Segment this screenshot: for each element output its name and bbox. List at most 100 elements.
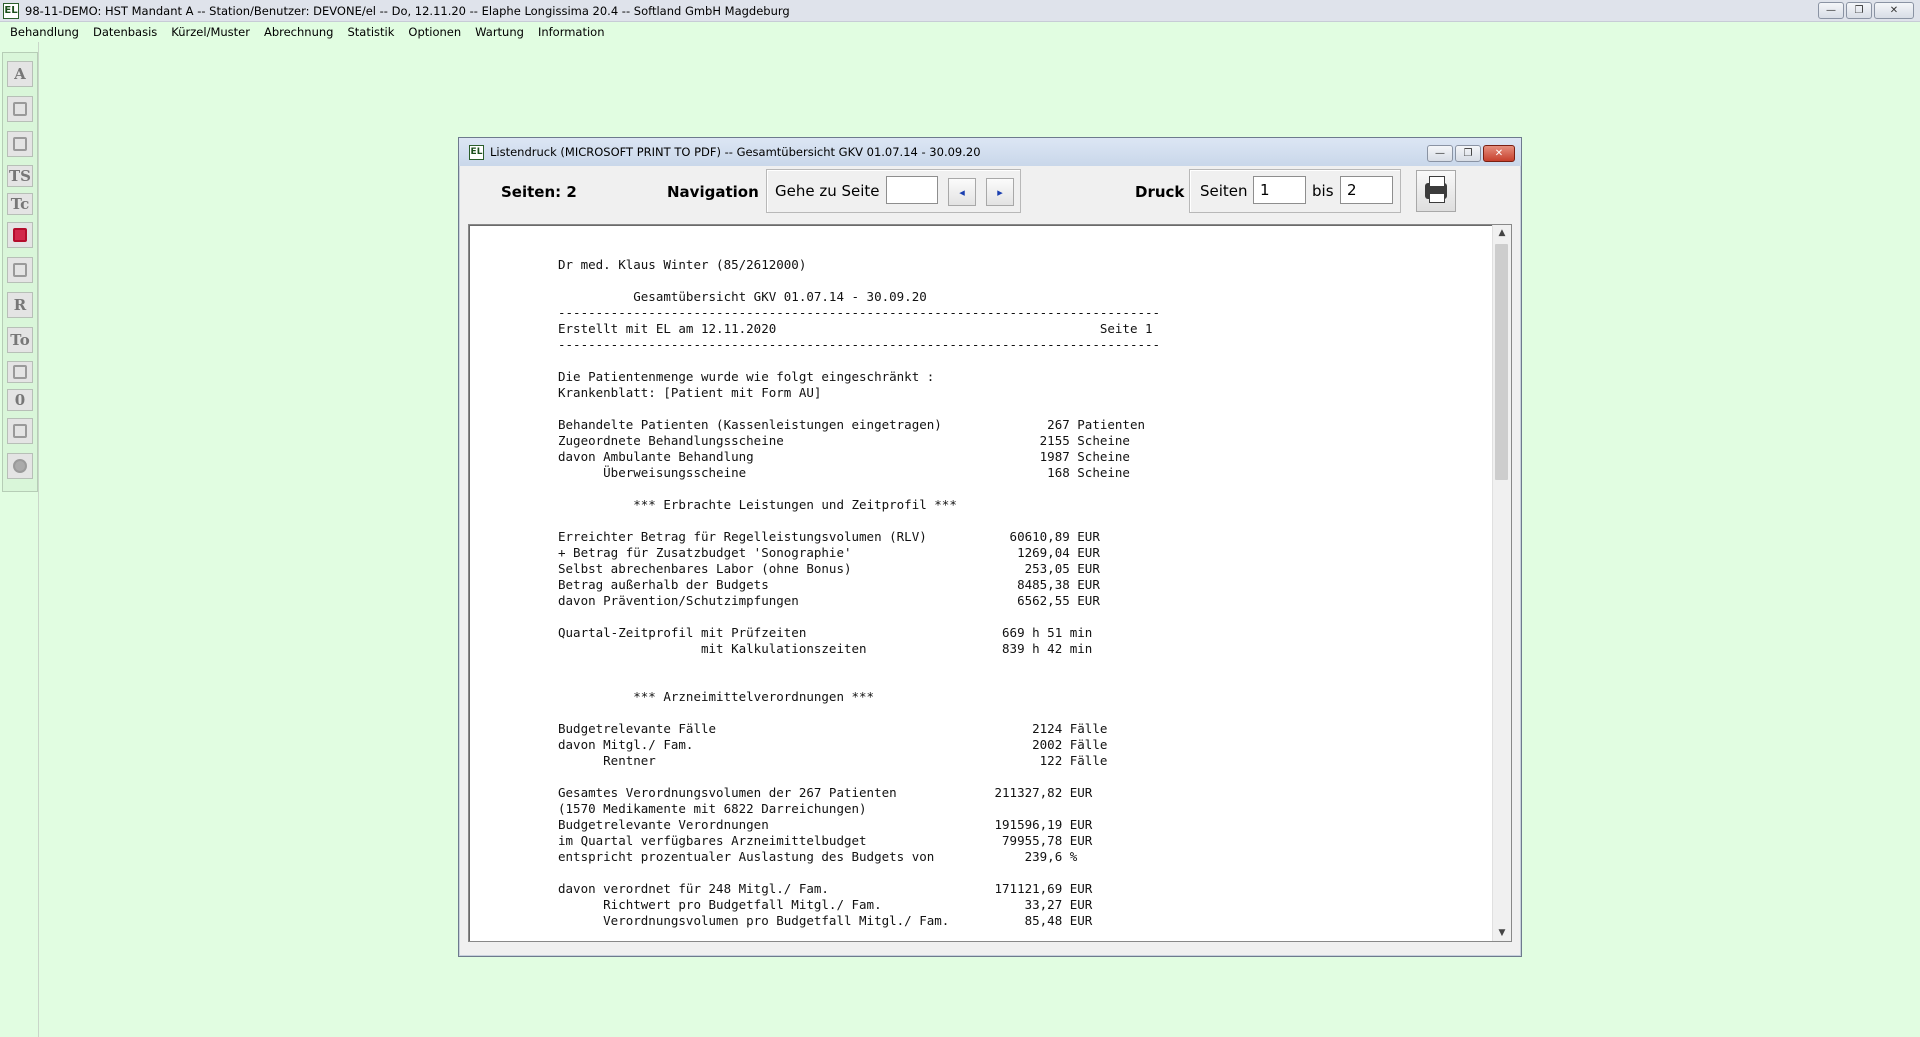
document-line: Quartal-Zeitprofil mit Prüfzeiten 669 h …	[558, 625, 1093, 640]
tool-print-button[interactable]	[7, 361, 33, 383]
document-line: davon verordnet für 248 Mitgl./ Fam. 171…	[558, 881, 1093, 896]
print-preview-dialog: EL Listendruck (MICROSOFT PRINT TO PDF) …	[458, 137, 1522, 957]
menu-abrechnung[interactable]: Abrechnung	[257, 22, 341, 42]
goto-page-input[interactable]	[886, 176, 938, 204]
print-from-input[interactable]	[1253, 176, 1306, 204]
menu-statistik[interactable]: Statistik	[340, 22, 401, 42]
vertical-scrollbar[interactable]: ▲ ▼	[1492, 225, 1511, 941]
print-pages-label: Seiten	[1200, 182, 1248, 200]
app-title: 98-11-DEMO: HST Mandant A -- Station/Ben…	[25, 3, 790, 18]
document-line: Gesamtübersicht GKV 01.07.14 - 30.09.20	[558, 289, 927, 304]
chart-icon	[13, 424, 27, 438]
close-button[interactable]: ✕	[1874, 2, 1914, 19]
document-preview[interactable]: Dr med. Klaus Winter (85/2612000) Gesamt…	[468, 224, 1512, 942]
print-range-group: Seiten bis	[1189, 169, 1401, 213]
side-toolbar: A TS Tc R To 0	[2, 52, 38, 492]
document-line: im Quartal verfügbares Arzneimittelbudge…	[558, 833, 1093, 848]
last-page-button[interactable]: ▸	[986, 178, 1014, 206]
document-line: Zugeordnete Behandlungsscheine 2155 Sche…	[558, 433, 1130, 448]
workspace-divider	[38, 42, 39, 1037]
first-page-button[interactable]: ◂	[948, 178, 976, 206]
book-icon	[13, 228, 27, 242]
dialog-title: Listendruck (MICROSOFT PRINT TO PDF) -- …	[490, 145, 981, 159]
tool-list-button[interactable]	[7, 257, 33, 283]
tool-book-button[interactable]	[7, 222, 33, 248]
last-page-icon: ▸	[997, 185, 1003, 199]
menu-bar: Behandlung Datenbasis Kürzel/Muster Abre…	[0, 22, 1920, 42]
dialog-window-controls: — ❐ ✕	[1427, 145, 1515, 162]
document-line: ----------------------------------------…	[558, 305, 1161, 320]
tool-to-button[interactable]: To	[7, 327, 33, 353]
tool-form-button[interactable]	[7, 96, 33, 122]
document-line: Budgetrelevante Fälle 2124 Fälle	[558, 721, 1108, 736]
document-line: Betrag außerhalb der Budgets 8485,38 EUR	[558, 577, 1100, 592]
document-line: davon Prävention/Schutzimpfungen 6562,55…	[558, 593, 1100, 608]
menu-information[interactable]: Information	[531, 22, 612, 42]
menu-behandlung[interactable]: Behandlung	[3, 22, 86, 42]
print-label: Druck	[1135, 183, 1185, 201]
document-line: Gesamtes Verordnungsvolumen der 267 Pati…	[558, 785, 1093, 800]
document-line: Dr med. Klaus Winter (85/2612000)	[558, 257, 807, 272]
document-line: davon Mitgl./ Fam. 2002 Fälle	[558, 737, 1108, 752]
dialog-minimize-button[interactable]: —	[1427, 145, 1453, 162]
print-to-input[interactable]	[1340, 176, 1393, 204]
menu-datenbasis[interactable]: Datenbasis	[86, 22, 164, 42]
document-line: Krankenblatt: [Patient mit Form AU]	[558, 385, 822, 400]
tool-r-button[interactable]: R	[7, 292, 33, 318]
document-line: Richtwert pro Budgetfall Mitgl./ Fam. 33…	[558, 897, 1093, 912]
restore-button[interactable]: ❐	[1846, 2, 1872, 19]
scrollbar-thumb[interactable]	[1495, 244, 1508, 480]
edit-icon	[13, 137, 27, 151]
document-line: (1570 Medikamente mit 6822 Darreichungen…	[558, 801, 867, 816]
dialog-title-bar[interactable]: EL Listendruck (MICROSOFT PRINT TO PDF) …	[459, 138, 1521, 166]
menu-wartung[interactable]: Wartung	[468, 22, 531, 42]
dialog-logo-icon: EL	[469, 144, 484, 160]
list-icon	[13, 263, 27, 277]
window-controls: — ❐ ✕	[1818, 2, 1914, 19]
document-line: Selbst abrechenbares Labor (ohne Bonus) …	[558, 561, 1100, 576]
document-line: Behandelte Patienten (Kassenleistungen e…	[558, 417, 1145, 432]
document-line: mit Kalkulationszeiten 839 h 42 min	[558, 641, 1093, 656]
navigation-group: Gehe zu Seite ◂ ▸	[766, 169, 1021, 213]
print-to-label: bis	[1312, 182, 1334, 200]
scroll-up-button[interactable]: ▲	[1493, 225, 1511, 241]
tool-disc-button[interactable]	[7, 453, 33, 479]
dialog-restore-button[interactable]: ❐	[1455, 145, 1481, 162]
tool-a-button[interactable]: A	[7, 61, 33, 87]
document-line: + Betrag für Zusatzbudget 'Sonographie' …	[558, 545, 1100, 560]
document-line: ----------------------------------------…	[558, 337, 1161, 352]
print-button[interactable]	[1416, 170, 1456, 212]
printer-icon	[1425, 176, 1447, 203]
menu-optionen[interactable]: Optionen	[401, 22, 468, 42]
page-count-label: Seiten: 2	[501, 183, 577, 201]
minimize-button[interactable]: —	[1818, 2, 1844, 19]
document-line: Erstellt mit EL am 12.11.2020 Seite 1	[558, 321, 1153, 336]
menu-kuerzel-muster[interactable]: Kürzel/Muster	[164, 22, 257, 42]
tool-zero-button[interactable]: 0	[7, 389, 33, 411]
document-line: Erreichter Betrag für Regelleistungsvolu…	[558, 529, 1100, 544]
scroll-down-button[interactable]: ▼	[1493, 925, 1511, 941]
goto-page-label: Gehe zu Seite	[775, 182, 880, 200]
app-logo-icon: EL	[3, 2, 19, 19]
document-text: Dr med. Klaus Winter (85/2612000) Gesamt…	[558, 257, 1160, 929]
disc-icon	[13, 459, 27, 473]
tool-ts-button[interactable]: TS	[7, 165, 33, 187]
document-line: entspricht prozentualer Auslastung des B…	[558, 849, 1078, 864]
tool-chart-button[interactable]	[7, 418, 33, 444]
printer-icon	[13, 365, 27, 379]
tool-edit-button[interactable]	[7, 131, 33, 157]
dialog-close-button[interactable]: ✕	[1483, 145, 1515, 162]
tool-tc-button[interactable]: Tc	[7, 193, 33, 215]
document-line: Rentner 122 Fälle	[558, 753, 1108, 768]
document-line: *** Arzneimittelverordnungen ***	[558, 689, 875, 704]
